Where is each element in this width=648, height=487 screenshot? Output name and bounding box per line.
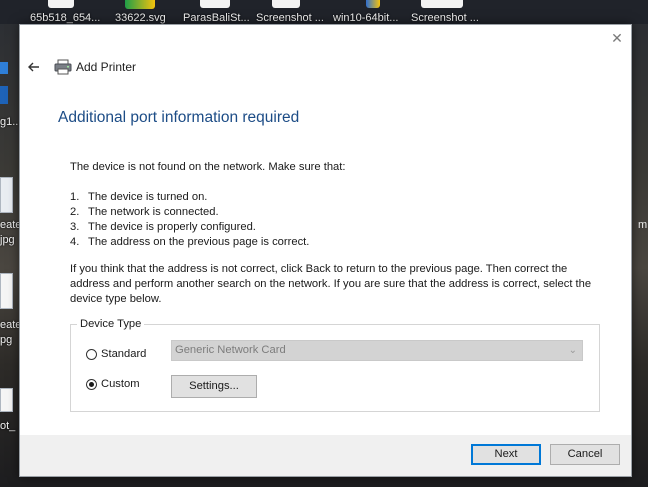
checklist-item: 3. The device is properly configured. (70, 220, 610, 235)
desktop-icon-label[interactable]: ot_ (0, 420, 15, 432)
custom-radio[interactable] (86, 378, 97, 390)
checklist-item: 4. The address on the previous page is co… (70, 235, 610, 250)
shield-icon (366, 0, 380, 8)
desktop-app-icon[interactable] (0, 86, 8, 104)
chevron-down-icon: ⌄ (568, 345, 577, 356)
file-thumbnail-icon (272, 0, 300, 8)
desktop-icon-label[interactable]: ParasBaliSt... (183, 12, 250, 24)
file-thumbnail-icon (0, 273, 13, 309)
file-thumbnail-icon (200, 0, 230, 8)
checklist-item: 1. The device is turned on. (70, 190, 610, 205)
checklist-text: The address on the previous page is corr… (88, 236, 310, 248)
intro-text: The device is not found on the network. … (70, 161, 346, 173)
cancel-button[interactable]: Cancel (550, 444, 620, 465)
standard-label: Standard (101, 348, 147, 360)
custom-label: Custom (101, 378, 140, 390)
dialog-footer: Next Cancel (20, 435, 631, 476)
checklist-text: The device is properly configured. (88, 221, 256, 233)
standard-device-select: Generic Network Card ⌄ (171, 340, 583, 361)
standard-device-value: Generic Network Card (175, 344, 286, 356)
desktop-icon-label[interactable]: m (638, 219, 647, 231)
device-type-legend: Device Type (77, 318, 145, 330)
printer-icon (54, 59, 72, 75)
desktop-icon-label[interactable]: jpg (0, 234, 15, 246)
checklist: 1. The device is turned on. 2. The network… (70, 190, 610, 250)
dialog-header: Add Printer (20, 57, 320, 77)
desktop-icon-label[interactable]: Screenshot ... (411, 12, 479, 24)
checklist-text: The device is turned on. (88, 191, 208, 203)
help-text: If you think that the address is not cor… (70, 263, 592, 305)
file-thumbnail-icon (0, 388, 13, 412)
checklist-number: 4. (70, 236, 80, 248)
page-heading: Additional port information required (58, 109, 300, 126)
settings-button[interactable]: Settings... (171, 375, 257, 398)
custom-option[interactable]: Custom (86, 378, 140, 390)
back-arrow-icon[interactable] (26, 59, 42, 75)
standard-option[interactable]: Standard (86, 348, 146, 360)
file-thumbnail-icon (0, 177, 13, 213)
dialog-body: The device is not found on the network. … (70, 160, 610, 307)
chrome-icon (125, 0, 155, 9)
standard-radio[interactable] (86, 348, 97, 360)
checklist-text: The network is connected. (88, 206, 219, 218)
desktop-icon-label[interactable]: 65b518_654... (30, 12, 100, 24)
dialog-title: Add Printer (76, 60, 137, 74)
desktop-icon-label[interactable]: 33622.svg (115, 12, 166, 24)
checklist-item: 2. The network is connected. (70, 205, 610, 220)
desktop-icon-label[interactable]: pg (0, 334, 12, 346)
close-icon[interactable]: ✕ (610, 31, 624, 45)
checklist-number: 1. (70, 191, 80, 203)
desktop-icon-label[interactable]: win10-64bit... (333, 12, 398, 24)
desktop-icon-label[interactable]: Screenshot ... (256, 12, 324, 24)
checklist-number: 3. (70, 221, 80, 233)
file-thumbnail-icon (421, 0, 463, 8)
device-type-group: Device Type Standard Generic Network Car… (70, 318, 600, 412)
desktop-app-icon[interactable] (0, 62, 8, 74)
checklist-number: 2. (70, 206, 80, 218)
add-printer-dialog: ✕ Add Printer Additional port informatio… (19, 24, 632, 477)
file-thumbnail-icon (48, 0, 74, 8)
next-button[interactable]: Next (471, 444, 541, 465)
